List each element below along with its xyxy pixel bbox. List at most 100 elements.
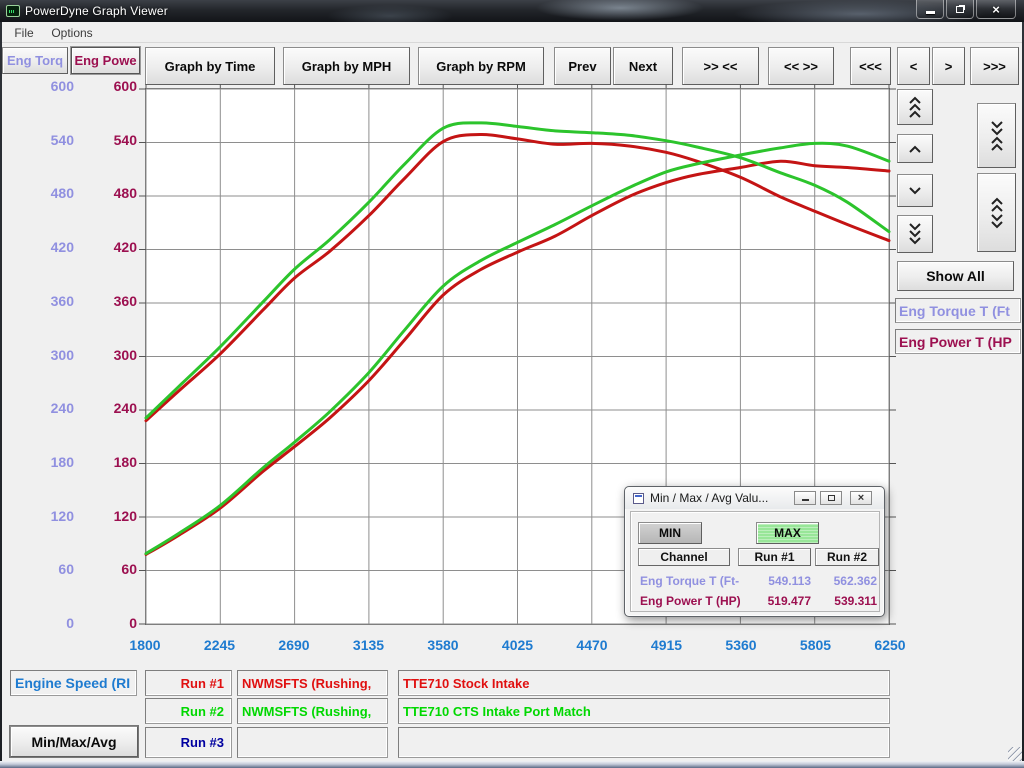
triple-chevron-up-icon [908,96,922,118]
scroll-right-button[interactable]: > [932,47,965,85]
next-button[interactable]: Next [613,47,673,85]
max-tab-button[interactable]: MAX [756,522,819,544]
minmax-run1-value: 519.477 [739,594,811,608]
rpm-axis-tick: 3580 [408,636,478,654]
chevron-up-icon [908,145,922,153]
minmax-run2-value: 539.311 [815,594,877,608]
torque-axis-tick: 480 [24,184,74,202]
close-icon: × [858,493,864,504]
torque-axis-tick: 120 [24,507,74,525]
minimize-button[interactable] [916,0,944,19]
torque-channel-label[interactable]: Eng Torque T (Ft [895,298,1021,323]
title-bar[interactable]: PowerDyne Graph Viewer × [0,0,1024,22]
scale-up-button[interactable] [897,134,933,163]
rpm-axis-tick: 6250 [855,636,925,654]
torque-axis-tick: 300 [24,346,74,364]
torque-axis-tick: 60 [24,560,74,578]
run-file-field[interactable] [237,727,388,758]
power-axis-tick: 240 [87,399,137,417]
prev-button[interactable]: Prev [554,47,611,85]
run-label[interactable]: Run #1 [145,670,232,696]
power-axis-tick: 360 [87,292,137,310]
minmax-channel-name: Eng Torque T (Ft- [640,574,740,588]
scale-down-button[interactable] [897,174,933,207]
channel-toggle-torque[interactable]: Eng Torq [2,47,68,74]
graph-by-mph-button[interactable]: Graph by MPH [283,47,410,85]
show-all-button[interactable]: Show All [897,261,1014,291]
power-axis-tick: 120 [87,507,137,525]
torque-axis-tick: 600 [24,77,74,95]
channel-toggle-power[interactable]: Eng Powe [71,47,140,74]
run-file-field[interactable]: NWMSFTS (Rushing, [237,670,388,696]
expand-range-button[interactable] [977,173,1016,252]
triple-chevron-down-icon [908,223,922,245]
rpm-axis-tick: 1800 [110,636,180,654]
minmax-run1-value: 549.113 [739,574,811,588]
run2-column-header: Run #2 [815,548,879,566]
close-icon: × [992,3,1000,16]
scroll-far-left-button[interactable]: <<< [850,47,891,85]
minmax-dialog-body: MIN MAX Channel Run #1 Run #2 Eng Torque… [630,511,880,612]
minmax-dialog-titlebar[interactable]: Min / Max / Avg Valu... × [625,487,884,509]
close-button[interactable]: × [976,0,1016,19]
minmax-run2-value: 562.362 [815,574,877,588]
graph-by-rpm-button[interactable]: Graph by RPM [418,47,544,85]
run-label[interactable]: Run #2 [145,698,232,724]
menu-bar: File Options [2,22,1022,43]
minmaxavg-button[interactable]: Min/Max/Avg [10,726,138,757]
minimize-icon [802,499,809,501]
rpm-axis-tick: 5805 [781,636,851,654]
dialog-close-button[interactable]: × [850,491,872,505]
run-description-field[interactable] [398,727,890,758]
zoom-in-button[interactable]: >> << [682,47,759,85]
restore-icon [828,495,835,501]
rpm-axis-tick: 4470 [557,636,627,654]
rpm-axis-tick: 4915 [632,636,702,654]
chevrons-collapse-icon [990,120,1004,152]
minmax-channel-name: Eng Power T (HP) [640,594,740,608]
power-axis-tick: 480 [87,184,137,202]
minmax-row: Eng Power T (HP)519.477 539.311 [631,594,881,611]
run1-column-header: Run #1 [738,548,811,566]
power-axis-tick: 600 [87,77,137,95]
rpm-axis-tick: 2245 [185,636,255,654]
menu-file[interactable]: File [10,24,38,41]
power-channel-label[interactable]: Eng Power T (HP [895,329,1021,354]
torque-axis-tick: 0 [24,614,74,632]
rpm-axis-tick: 3135 [334,636,404,654]
run-label[interactable]: Run #3 [145,727,232,758]
scroll-far-right-button[interactable]: >>> [970,47,1019,85]
dialog-restore-button[interactable] [820,491,842,505]
maximize-button[interactable] [946,0,974,19]
chevrons-expand-icon [990,197,1004,229]
minimize-icon [926,11,935,14]
collapse-range-button[interactable] [977,103,1016,168]
power-axis-tick: 180 [87,453,137,471]
chevron-down-icon [908,187,922,195]
torque-axis-tick: 420 [24,238,74,256]
dialog-minimize-button[interactable] [794,491,816,505]
graph-by-time-button[interactable]: Graph by Time [145,47,275,85]
power-axis-tick: 420 [87,238,137,256]
scale-up-fast-button[interactable] [897,89,933,125]
x-channel-label[interactable]: Engine Speed (RI [10,670,137,696]
zoom-out-button[interactable]: << >> [768,47,834,85]
rpm-axis-tick: 2690 [259,636,329,654]
app-icon [6,5,20,17]
powerdyne-window: PowerDyne Graph Viewer × File Options En… [0,0,1024,768]
scroll-left-button[interactable]: < [897,47,930,85]
power-axis-tick: 300 [87,346,137,364]
torque-axis-tick: 540 [24,131,74,149]
resize-grip[interactable] [1008,747,1022,761]
run-file-field[interactable]: NWMSFTS (Rushing, [237,698,388,724]
minmax-dialog[interactable]: Min / Max / Avg Valu... × MIN MAX Channe… [624,486,885,617]
rpm-axis-tick: 4025 [483,636,553,654]
channel-column-header: Channel [638,548,730,566]
run-description-field[interactable]: TTE710 Stock Intake [398,670,890,696]
min-tab-button[interactable]: MIN [638,522,702,544]
scale-down-fast-button[interactable] [897,215,933,253]
power-axis-tick: 0 [87,614,137,632]
menu-options[interactable]: Options [46,24,98,41]
run-description-field[interactable]: TTE710 CTS Intake Port Match [398,698,890,724]
torque-axis-tick: 360 [24,292,74,310]
